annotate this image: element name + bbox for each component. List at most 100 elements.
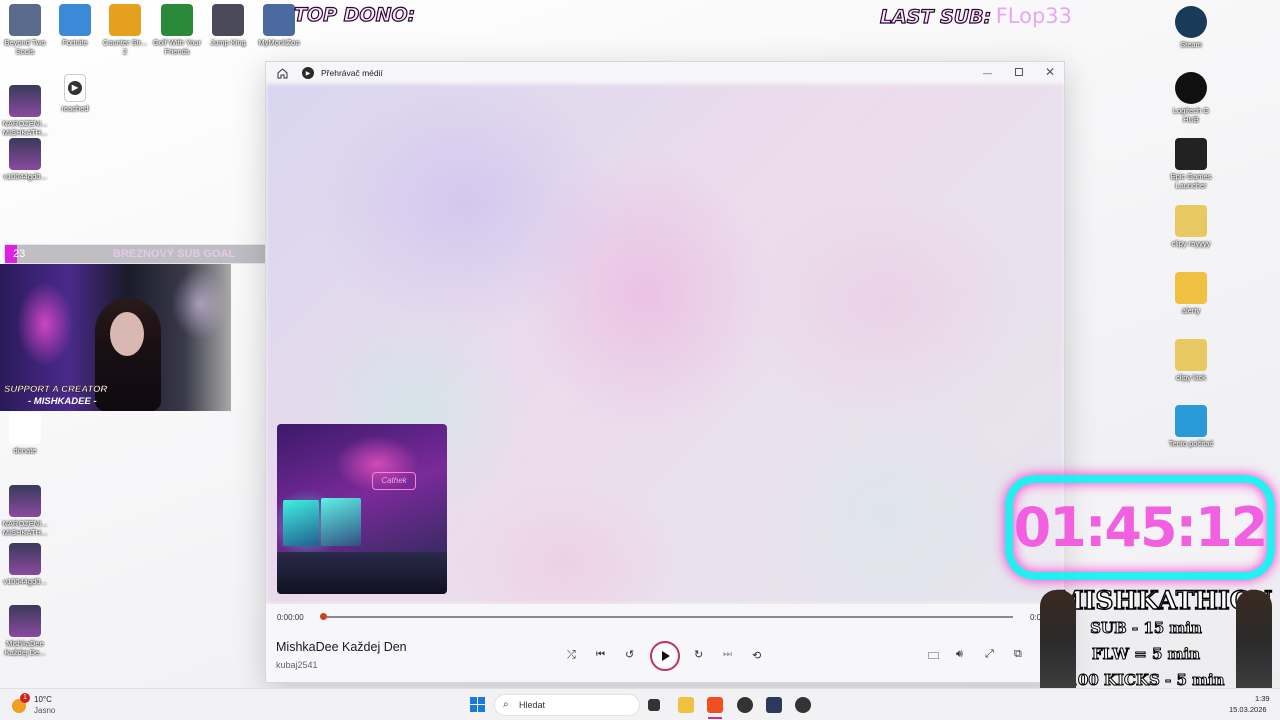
neon-sign: Cathek xyxy=(372,472,416,490)
desktop-icon-label: NAROZENI... MISHKATH... xyxy=(2,119,48,137)
play-button[interactable] xyxy=(650,641,680,671)
desktop-icon-label: Beyond Two Souls xyxy=(4,38,46,56)
sub-goal-current: 23 xyxy=(13,248,26,260)
task-view-icon[interactable] xyxy=(648,699,660,711)
desktop-icon-right-0[interactable]: Steam xyxy=(1166,6,1216,49)
next-icon[interactable]: ⏭ xyxy=(723,649,732,660)
webcam-caption-line2: - MISHKADEE - xyxy=(28,396,97,407)
desktop-icon-label: Logitech G HUB xyxy=(1172,106,1210,124)
desktop-file-0[interactable]: NAROZENI... MISHKATH... xyxy=(0,85,50,137)
desktop-icon-right-2[interactable]: Epic Games Launcher xyxy=(1166,138,1216,190)
desktop-icon-label: Fortnite xyxy=(62,38,88,47)
desktop-icon-label: v10044gd0... xyxy=(3,172,47,181)
desktop-file-3[interactable]: NAROZENI... MISHKATH... xyxy=(0,485,50,537)
desktop-icon-right-5[interactable]: clipy kick xyxy=(1166,339,1216,382)
desktop-icon-label: v10044gd0... xyxy=(3,577,47,586)
seek-track[interactable] xyxy=(323,616,1013,618)
start-button[interactable] xyxy=(470,697,485,712)
top-dono-label: TOP DONO: xyxy=(293,3,416,26)
miniplayer-icon[interactable] xyxy=(928,652,939,659)
desktop-icon-1[interactable]: Fortnite xyxy=(50,4,100,47)
desktop-icon-label: NAROZENI... MISHKATH... xyxy=(2,519,48,537)
desktop-icon-label: Epic Games Launcher xyxy=(1170,172,1212,190)
desktop-icon-right-1[interactable]: Logitech G HUB xyxy=(1166,72,1216,124)
desktop-file-5[interactable]: MishkaDee Každej De... xyxy=(0,605,50,657)
time-current: 0:00:00 xyxy=(277,613,304,622)
album-art: Cathek xyxy=(277,424,447,594)
webcam-caption-line1: SUPPORT A CREATOR xyxy=(4,384,108,395)
app-shortcut-icon xyxy=(263,4,295,36)
desktop-icon-reached[interactable]: ▶ reached xyxy=(50,74,100,113)
desktop-icon-label: MishkaDee Každej De... xyxy=(4,639,46,657)
rules-title: MISHKATHICN xyxy=(1055,585,1273,615)
forward-30-icon[interactable]: ↻ xyxy=(694,648,703,661)
desktop-icon-0[interactable]: Beyond Two Souls xyxy=(0,4,50,56)
desktop-file-1[interactable]: v10044gd0... xyxy=(0,138,50,181)
media-player-taskbar-icon[interactable] xyxy=(795,697,811,713)
media-player-app-icon: ▶ xyxy=(302,67,314,79)
repeat-off-icon[interactable]: ⟲ xyxy=(752,649,761,662)
brave-browser-icon[interactable] xyxy=(707,697,723,713)
clock-date: 15.03.2026 xyxy=(1229,705,1267,714)
app-icon[interactable] xyxy=(766,697,782,713)
sub-goal-label: BREZNOVÝ SUB GOAL xyxy=(113,248,236,260)
desktop-icon-2[interactable]: Counter Str... 2 xyxy=(100,4,150,56)
file-thumbnail-icon xyxy=(9,605,41,637)
desktop-icon-label: Counter Str... 2 xyxy=(102,38,148,56)
taskbar: 1 10°C Jasno ⌕ Hledat 1:39 15.03.2026 xyxy=(0,688,1280,720)
search-placeholder: Hledat xyxy=(519,700,546,710)
shuffle-icon[interactable]: ⤮ xyxy=(567,649,576,662)
desktop-icon-4[interactable]: Jump King xyxy=(203,4,253,47)
weather-badge: 1 xyxy=(20,693,30,703)
weather-widget[interactable]: 1 10°C Jasno xyxy=(12,693,72,717)
app-shortcut-icon xyxy=(1175,6,1207,38)
obs-icon[interactable] xyxy=(737,697,753,713)
webcam-feed: SUPPORT A CREATOR - MISHKADEE - xyxy=(0,264,231,411)
file-explorer-icon[interactable] xyxy=(678,697,694,713)
desktop-icon-label: alerty xyxy=(1181,306,1201,315)
file-thumbnail-icon xyxy=(9,412,41,444)
desk xyxy=(277,552,447,594)
monitor-right xyxy=(321,498,361,546)
app-shortcut-icon xyxy=(1175,205,1207,237)
seek-thumb[interactable] xyxy=(320,613,327,620)
rewind-10-icon[interactable]: ↺ xyxy=(625,648,634,661)
desktop-file-2[interactable]: donate xyxy=(0,412,50,455)
stream-timer: 01:45:12 xyxy=(1005,475,1275,580)
last-sub-name: FLop33 xyxy=(995,4,1073,28)
more-options-icon[interactable]: ⧉ xyxy=(1014,648,1022,661)
maximize-button[interactable] xyxy=(1015,68,1023,76)
desktop-icon-label: Tento počítač xyxy=(1168,439,1214,448)
desktop-icon-right-6[interactable]: Tento počítač xyxy=(1166,405,1216,448)
file-thumbnail-icon xyxy=(9,85,41,117)
app-shortcut-icon xyxy=(109,4,141,36)
app-shortcut-icon xyxy=(212,4,244,36)
desktop-icon-label: Golf With Your Friends xyxy=(153,38,201,56)
desktop-icon-label: clipy kick xyxy=(1175,373,1206,382)
streamer-face xyxy=(110,312,144,356)
file-thumbnail-icon xyxy=(9,138,41,170)
last-sub-banner: LAST SUB: FLop33 xyxy=(879,4,1073,29)
previous-icon[interactable]: ⏮ xyxy=(596,649,605,660)
fullscreen-icon[interactable]: ⤢ xyxy=(985,648,994,661)
desktop-icon-right-4[interactable]: alerty xyxy=(1166,272,1216,315)
home-icon[interactable] xyxy=(276,67,288,79)
desktop-file-4[interactable]: v10044gd0... xyxy=(0,543,50,586)
weather-temp: 10°C xyxy=(34,695,52,704)
playback-bar: 0:00:00 0:0 MishkaDee Každej Den kubaj25… xyxy=(266,604,1064,682)
minimize-button[interactable]: — xyxy=(983,68,992,78)
close-button[interactable]: ✕ xyxy=(1045,65,1055,79)
volume-icon[interactable]: 🔊︎ xyxy=(956,648,963,661)
desktop-icon-3[interactable]: Golf With Your Friends xyxy=(152,4,202,56)
timer-value: 01:45:12 xyxy=(1013,496,1269,559)
desktop-icon-label: clipy royyyy xyxy=(1171,239,1211,248)
file-thumbnail-icon xyxy=(9,543,41,575)
desktop-icon-label: reached xyxy=(61,104,89,113)
media-player-window: ▶ Přehrávač médií — ✕ Cathek 0:00:00 0:0… xyxy=(265,61,1065,683)
taskbar-search[interactable]: ⌕ Hledat xyxy=(494,694,640,716)
app-shortcut-icon xyxy=(1175,339,1207,371)
rule-line: SUB - 15 min xyxy=(1090,619,1203,638)
track-title: MishkaDee Každej Den xyxy=(276,640,407,654)
track-artist: kubaj2541 xyxy=(276,660,318,670)
desktop-icon-right-3[interactable]: clipy royyyy xyxy=(1166,205,1216,248)
